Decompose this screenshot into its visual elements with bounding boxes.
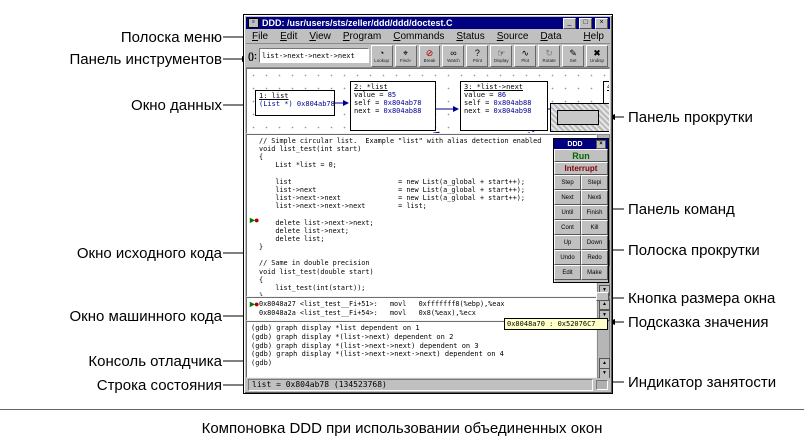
interrupt-button[interactable]: Interrupt (554, 162, 608, 175)
display-button[interactable]: ☞Display (490, 45, 512, 67)
label-menu-bar: Полоска меню (121, 29, 222, 46)
print-icon: ? (475, 49, 480, 58)
minimize-button[interactable]: _ (563, 18, 576, 29)
argument-input[interactable] (259, 48, 369, 63)
machine-breakpoint-icon: ● (254, 300, 259, 309)
breakpoint-stop-icon: ● (254, 216, 259, 225)
step-button[interactable]: Step (554, 175, 581, 190)
next-button[interactable]: Next (554, 190, 581, 205)
menu-file[interactable]: File (246, 31, 274, 42)
menu-program[interactable]: Program (337, 31, 387, 42)
ddd-main-window: ≡ DDD: /usr/users/sts/zeller/ddd/ddd/doc… (243, 14, 613, 394)
menu-commands[interactable]: Commands (387, 31, 450, 42)
undisplay-icon: ✖ (593, 49, 601, 58)
rotate-button[interactable]: ↻Rotate (538, 45, 560, 67)
label-resize-button: Кнопка размера окна (628, 290, 775, 307)
menu-edit[interactable]: Edit (274, 31, 303, 42)
label-scroll-panel: Панель прокрутки (628, 109, 753, 126)
edit-button[interactable]: Edit (554, 265, 581, 280)
status-text: list = 0x804ab78 (134523768) (248, 379, 593, 391)
command-tool-close-icon[interactable]: × (596, 140, 606, 149)
argument-label: (): (248, 51, 257, 61)
command-button-grid: Step Stepi Next Nexti Until Finish Cont … (554, 175, 608, 280)
title-bar[interactable]: ≡ DDD: /usr/users/sts/zeller/ddd/ddd/doc… (246, 17, 610, 29)
maximize-button[interactable]: □ (579, 18, 592, 29)
lookup-button[interactable]: ◔Lookup (371, 45, 393, 67)
redo-button[interactable]: Redo (581, 250, 608, 265)
machine-code-text: 0x8048a27 <list_test__Fi+51>: movl 0xfff… (247, 298, 596, 318)
command-tool-titlebar[interactable]: DDD × (554, 139, 608, 149)
kill-button[interactable]: Kill (581, 220, 608, 235)
data-scroll-thumb[interactable] (557, 110, 599, 125)
find-button[interactable]: ⌖Find» (395, 45, 417, 67)
label-data-window: Окно данных (131, 97, 222, 114)
up-button[interactable]: Up (554, 235, 581, 250)
menu-source[interactable]: Source (491, 31, 535, 42)
display-node-2[interactable]: 2: *list value = 85 self = 0x804ab78 nex… (350, 81, 436, 131)
cont-button[interactable]: Cont (554, 220, 581, 235)
close-button[interactable]: × (595, 18, 608, 29)
caption-divider (0, 409, 804, 410)
menu-status[interactable]: Status (450, 31, 490, 42)
label-status-line: Строка состояния (97, 377, 222, 394)
display-icon: ☞ (497, 49, 505, 58)
watch-button[interactable]: ∞Watch (442, 45, 464, 67)
label-debug-console: Консоль отладчика (88, 353, 222, 370)
menu-data[interactable]: Data (534, 31, 567, 42)
lookup-icon: ◔ (379, 49, 384, 58)
window-icon: ≡ (248, 18, 259, 28)
down-button[interactable]: Down (581, 235, 608, 250)
until-button[interactable]: Until (554, 205, 581, 220)
data-window[interactable]: 1: list (List *) 0x804ab78 2: *list valu… (246, 68, 610, 134)
set-icon: ✎ (569, 49, 577, 58)
data-scroll-panel[interactable] (550, 103, 610, 132)
undisplay-button[interactable]: ✖Undisp (586, 45, 608, 67)
plot-icon: ∿ (521, 49, 529, 58)
label-scroll-bar: Полоска прокрутки (628, 242, 760, 259)
menu-bar: File Edit View Program Commands Status S… (246, 29, 610, 44)
figure-canvas: Полоска меню Панель инструментов Окно да… (0, 0, 804, 446)
plot-button[interactable]: ∿Plot (514, 45, 536, 67)
display-node-3[interactable]: 3: *list->next value = 86 self = 0x804ab… (460, 81, 548, 131)
print-button[interactable]: ?Print (466, 45, 488, 67)
command-tool-title: DDD (556, 141, 594, 148)
rotate-icon: ↻ (545, 49, 553, 58)
label-busy-indicator: Индикатор занятости (628, 374, 776, 391)
stepi-button[interactable]: Stepi (581, 175, 608, 190)
label-source-window: Окно исходного кода (77, 245, 222, 262)
undo-button[interactable]: Undo (554, 250, 581, 265)
value-tip: 0x8048a70 : 0x52076C7 (504, 318, 608, 330)
status-line: list = 0x804ab78 (134523768) (246, 378, 610, 391)
set-button[interactable]: ✎Set (562, 45, 584, 67)
menu-help[interactable]: Help (577, 31, 610, 42)
command-panel: DDD × Run Interrupt Step Stepi Next Next… (553, 138, 609, 283)
figure-caption: Компоновка DDD при использовании объедин… (0, 420, 804, 437)
source-window[interactable]: // Simple circular list. Example "list" … (246, 134, 597, 297)
finish-button[interactable]: Finish (581, 205, 608, 220)
display-node-1[interactable]: 1: list (List *) 0x804ab78 (255, 90, 335, 116)
busy-indicator (596, 380, 608, 390)
menu-view[interactable]: View (303, 31, 337, 42)
window-title: DDD: /usr/users/sts/zeller/ddd/ddd/docte… (262, 18, 560, 28)
run-button[interactable]: Run (554, 149, 608, 162)
make-button[interactable]: Make (581, 265, 608, 280)
break-button[interactable]: ⊘Break (419, 45, 441, 67)
label-toolbar: Панель инструментов (70, 51, 222, 68)
label-machine-window: Окно машинного кода (70, 308, 223, 325)
label-value-tip: Подсказка значения (628, 314, 769, 331)
nexti-button[interactable]: Nexti (581, 190, 608, 205)
window-resize-sash-button[interactable] (596, 292, 609, 301)
watch-icon: ∞ (450, 49, 456, 58)
toolbar: (): ◔Lookup ⌖Find» ⊘Break ∞Watch ?Print … (246, 44, 610, 68)
label-command-panel: Панель команд (628, 201, 735, 218)
find-icon: ⌖ (403, 49, 408, 58)
breakpoint-icon: ⊘ (426, 49, 434, 58)
source-code-text: // Simple circular list. Example "list" … (247, 135, 596, 297)
